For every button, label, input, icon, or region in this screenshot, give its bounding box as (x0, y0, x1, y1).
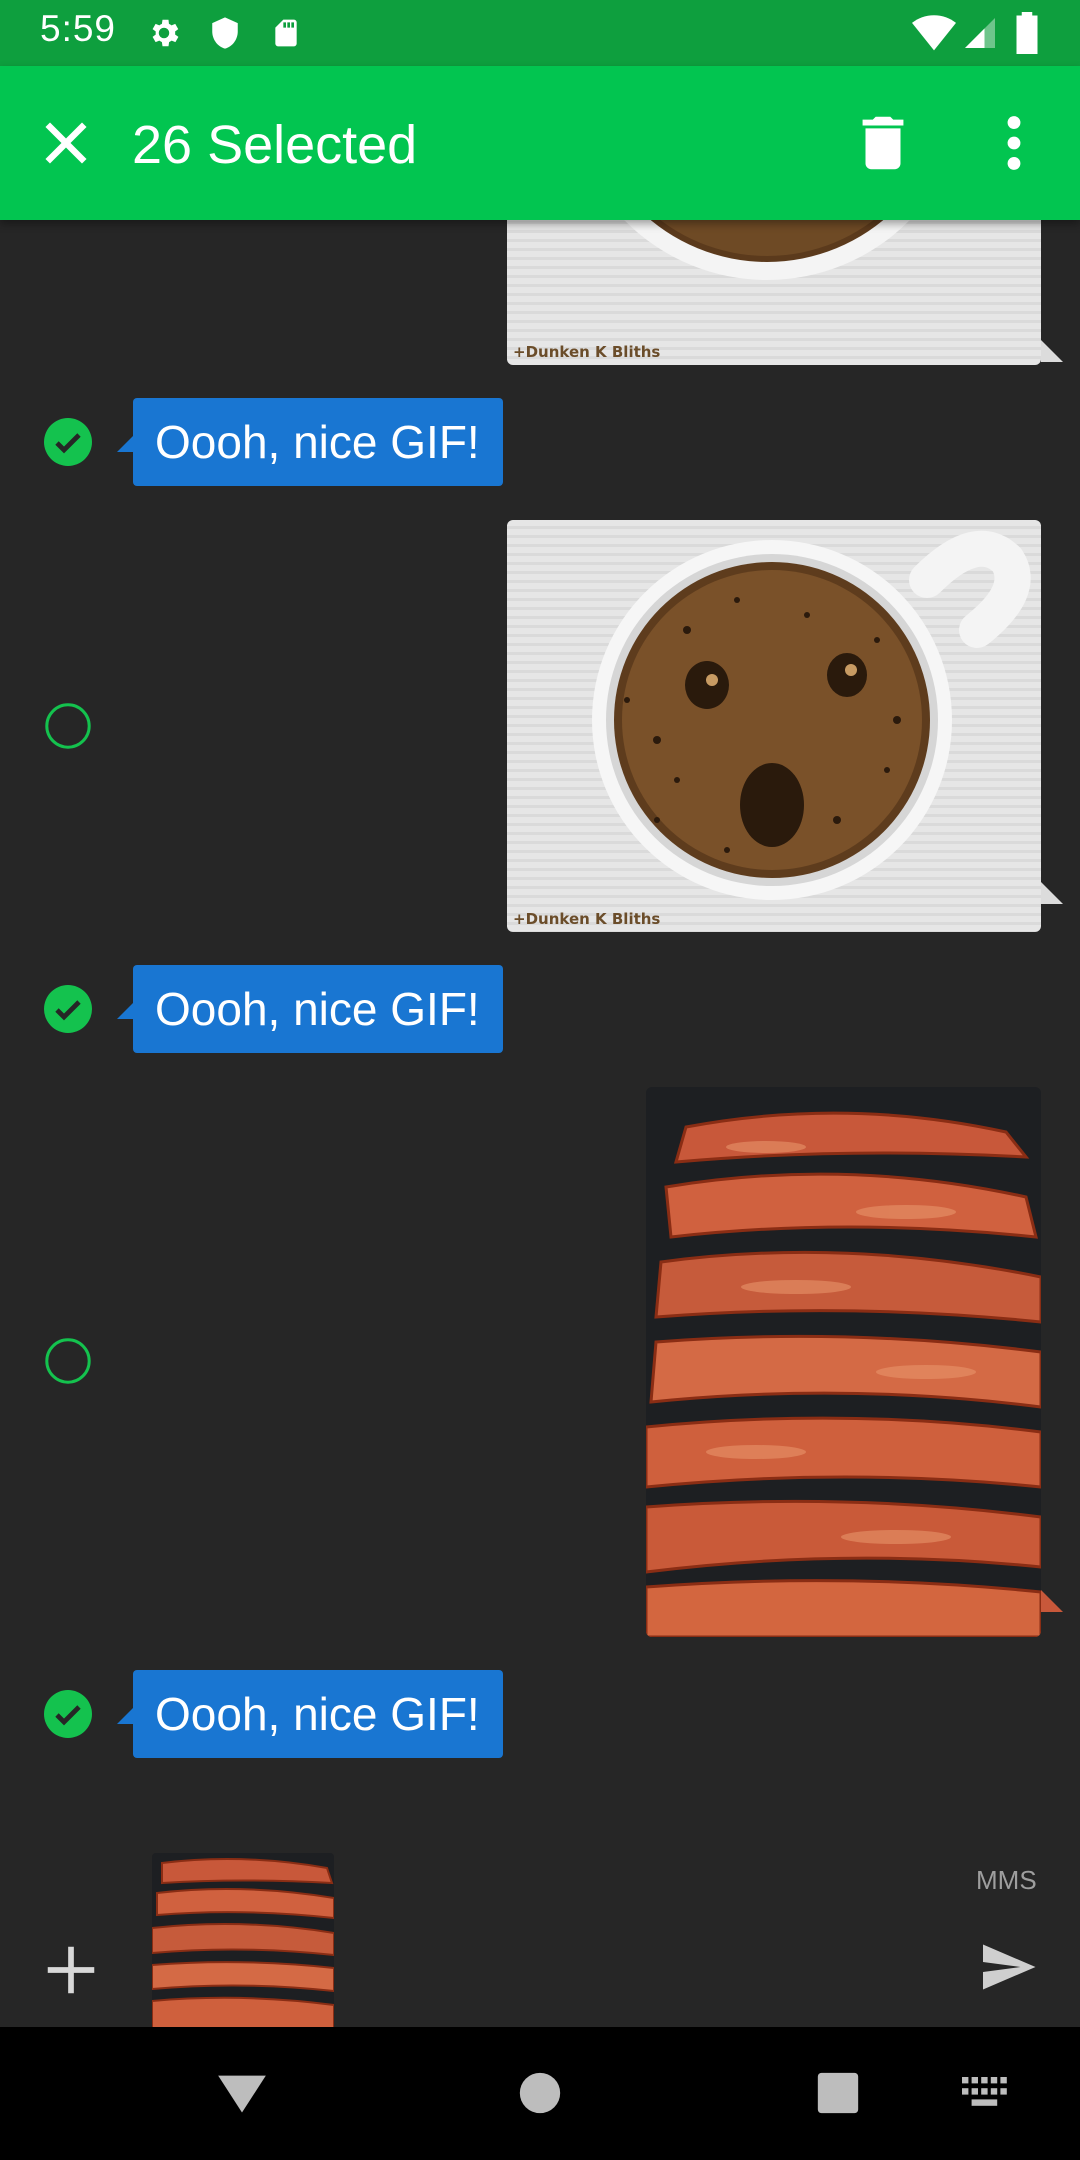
image-message[interactable]: +Dunken K Bliths (507, 520, 1041, 932)
send-icon[interactable] (976, 1937, 1040, 1997)
coffee-face-image (592, 530, 1031, 900)
screen: 5:59 26 Selected +Dunken K Bliths Oooh, … (0, 0, 1080, 2160)
unselected-circle-icon[interactable] (44, 1337, 92, 1385)
delete-icon[interactable] (848, 108, 918, 178)
image-message[interactable] (646, 1087, 1041, 1637)
message-list[interactable]: +Dunken K Bliths Oooh, nice GIF! +Dunken… (0, 220, 1080, 2027)
bubble-tail (1041, 340, 1063, 362)
bacon-image (152, 1853, 334, 2033)
wifi-icon (912, 15, 956, 51)
bubble-tail (1041, 882, 1063, 904)
attachment-thumbnail[interactable] (152, 1853, 334, 2033)
back-icon[interactable] (216, 2071, 268, 2115)
image-watermark: +Dunken K Bliths (513, 910, 661, 928)
add-icon[interactable] (40, 1939, 102, 2001)
unselected-circle-icon[interactable] (44, 702, 92, 750)
image-message[interactable]: +Dunken K Bliths (507, 220, 1041, 365)
selected-check-icon[interactable] (44, 985, 92, 1033)
bacon-image (646, 1111, 1041, 1637)
selected-check-icon[interactable] (44, 1690, 92, 1738)
message-text: Oooh, nice GIF! (155, 983, 480, 1035)
status-time: 5:59 (40, 8, 117, 49)
selected-check-icon[interactable] (44, 418, 92, 466)
navigation-bar (0, 2027, 1080, 2160)
text-message-bubble[interactable]: Oooh, nice GIF! (117, 398, 503, 486)
battery-icon (1016, 12, 1038, 54)
more-vert-icon[interactable] (990, 108, 1038, 178)
mms-label: MMS (976, 1865, 1037, 1895)
image-watermark: +Dunken K Bliths (513, 343, 661, 361)
text-message-bubble[interactable]: Oooh, nice GIF! (117, 1670, 503, 1758)
sd-card-icon (275, 19, 297, 47)
composer: MMS (0, 1807, 1080, 2037)
close-icon[interactable] (34, 111, 98, 175)
status-bar: 5:59 (0, 0, 1080, 66)
message-text: Oooh, nice GIF! (155, 416, 480, 468)
page-title: 26 Selected (132, 115, 418, 175)
app-bar: 26 Selected (0, 66, 1080, 220)
keyboard-icon[interactable] (962, 2077, 1010, 2109)
recents-icon[interactable] (816, 2071, 860, 2115)
message-text: Oooh, nice GIF! (155, 1688, 480, 1740)
bubble-tail (1041, 1590, 1063, 1612)
settings-icon (152, 19, 179, 47)
cell-signal-icon (965, 18, 995, 48)
text-message-bubble[interactable]: Oooh, nice GIF! (117, 965, 503, 1053)
home-icon[interactable] (518, 2071, 562, 2115)
shield-icon (212, 17, 238, 49)
